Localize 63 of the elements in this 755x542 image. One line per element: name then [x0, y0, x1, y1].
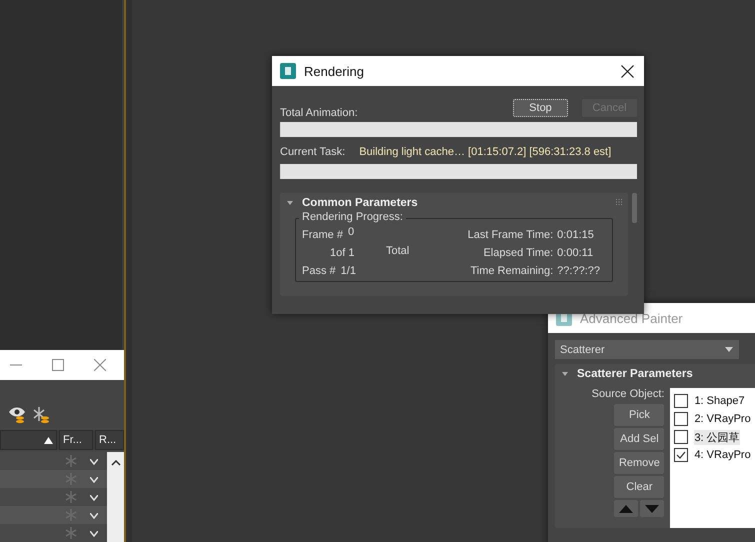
window-title: Rendering [304, 64, 365, 78]
snowflake-icon[interactable] [32, 406, 50, 424]
task-status: Building light cache… [01:15:07.2] [596:31:23.8 est] [359, 146, 612, 159]
field-value: 1/1 [340, 264, 356, 279]
checkbox[interactable] [674, 430, 688, 444]
list-item[interactable]: 3: 公园草 [694, 430, 740, 444]
eye-icon[interactable] [8, 406, 26, 424]
field-label: Time Remaining: [469, 264, 554, 279]
app-icon [280, 63, 296, 79]
close-icon [621, 64, 634, 78]
table-row[interactable] [0, 488, 107, 506]
scrollbar[interactable] [107, 452, 124, 542]
move-up-button[interactable] [614, 500, 638, 517]
chevron-icon [90, 459, 98, 465]
action-button[interactable]: Remove [614, 452, 664, 474]
field-label: Pass # [302, 264, 336, 279]
rollout-title: Common Parameters [302, 197, 419, 209]
action-button[interactable]: Stop [513, 99, 568, 117]
column-header[interactable] [0, 430, 57, 450]
rollout-header[interactable]: Scatterer Parameters [555, 364, 755, 382]
mode-dropdown[interactable]: Scatterer [555, 340, 739, 359]
progress-label: Total Animation: [280, 107, 358, 119]
scroll-up-icon [110, 460, 120, 466]
list-item[interactable]: 2: VRayPro [694, 413, 751, 425]
field-value: 1of 1 [329, 246, 356, 261]
field-label: Frame # [302, 228, 343, 243]
rollout-title: Scatterer Parameters [577, 368, 694, 380]
field-label: Total [386, 244, 410, 259]
field-label: Last Frame Time: [466, 228, 554, 243]
chevron-icon [90, 495, 98, 501]
checkbox[interactable] [674, 394, 688, 408]
column-header[interactable]: R... [95, 430, 124, 450]
group-title: Rendering Progress: [299, 211, 406, 223]
table-row[interactable] [0, 524, 107, 542]
list-item[interactable]: 1: Shape7 [694, 395, 745, 407]
maximize-icon [52, 359, 64, 371]
rollout-header[interactable]: Common Parameters [280, 193, 628, 211]
checkbox[interactable] [674, 412, 688, 426]
down-arrow-icon [645, 504, 660, 512]
action-button[interactable]: Pick [614, 404, 664, 426]
scrollbar[interactable] [632, 193, 637, 223]
chevron-icon [90, 513, 98, 519]
checkbox[interactable] [674, 448, 688, 462]
chevron-icon [90, 531, 98, 537]
close-icon [94, 359, 106, 371]
window-title: Advanced Painter [580, 310, 684, 326]
field-label: Source Object: [592, 388, 664, 400]
dropdown-arrow-icon [725, 346, 733, 352]
column-header[interactable]: Fr... [59, 430, 93, 450]
field-value: 0 [348, 225, 354, 240]
chevron-icon [90, 477, 98, 483]
sort-up-icon [44, 436, 53, 444]
task-label: Current Task: [280, 146, 346, 158]
action-button[interactable]: Clear [614, 476, 664, 498]
move-down-button[interactable] [640, 500, 664, 517]
list-item[interactable]: 4: VRayPro [694, 449, 751, 461]
field-value: ??:??:?? [557, 264, 601, 279]
field-value: 0:00:11 [557, 246, 594, 261]
field-label: Elapsed Time: [482, 246, 554, 261]
dropdown-value: Scatterer [560, 344, 605, 356]
field-value: 0:01:15 [557, 228, 595, 243]
action-button[interactable]: Add Sel [614, 428, 664, 450]
up-arrow-icon [619, 504, 634, 512]
